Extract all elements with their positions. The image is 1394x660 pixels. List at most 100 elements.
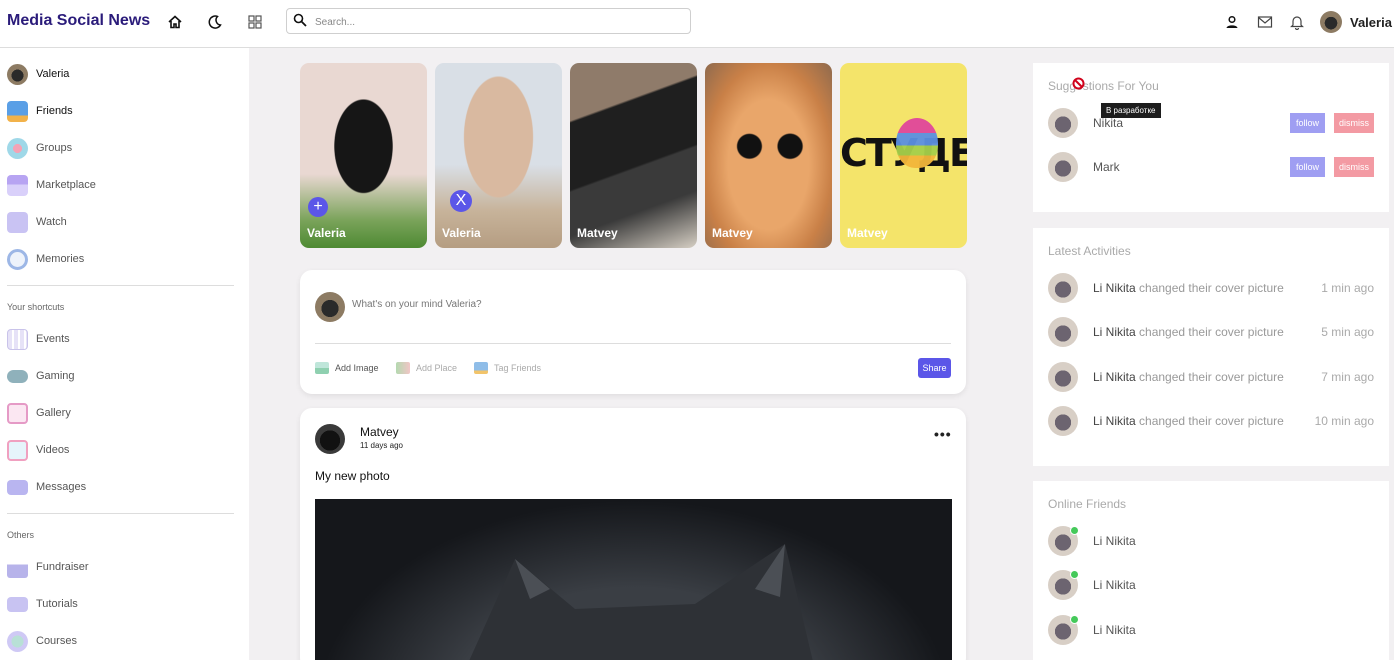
map-icon [396, 362, 410, 374]
online-friend-row[interactable]: Li Nikita [1048, 615, 1374, 645]
post-image[interactable] [315, 499, 952, 660]
post-author[interactable]: Matvey [360, 425, 399, 439]
sidebar-item-label: Valeria [36, 68, 70, 80]
story-name: Matvey [712, 226, 753, 240]
sidebar-item-friends[interactable]: Friends [7, 99, 73, 123]
sidebar-item-gallery[interactable]: Gallery [7, 401, 71, 425]
activity-text: Li Nikita changed their cover picture [1093, 325, 1284, 339]
avatar[interactable] [1048, 317, 1078, 347]
online-friend-row[interactable]: Li Nikita [1048, 570, 1374, 600]
sidebar-item-messages[interactable]: Messages [7, 475, 86, 499]
story-card[interactable]: + Valeria [300, 63, 427, 248]
online-friends-panel: Online Friends Li Nikita Li Nikita Li Ni… [1033, 481, 1389, 660]
sidebar-item-label: Events [36, 333, 70, 345]
search-input[interactable] [315, 13, 675, 31]
avatar[interactable] [315, 424, 345, 454]
avatar[interactable] [1048, 152, 1078, 182]
dismiss-button[interactable]: dismiss [1334, 157, 1374, 177]
dark-mode-icon[interactable] [205, 12, 225, 32]
sidebar-item-fundraiser[interactable]: Fundraiser [7, 555, 89, 579]
home-icon[interactable] [165, 12, 185, 32]
create-post-card: Add Image Add Place Tag Friends Share [300, 270, 966, 394]
activity-action: changed their cover picture [1139, 370, 1284, 384]
story-card[interactable]: СТУДЕ Matvey [840, 63, 967, 248]
add-story-button[interactable]: + [308, 197, 328, 217]
add-image-button[interactable]: Add Image [315, 361, 379, 375]
events-icon [7, 328, 28, 350]
story-card[interactable]: X Valeria [435, 63, 562, 248]
activity-time: 7 min ago [1321, 370, 1374, 384]
activity-user[interactable]: Li Nikita [1093, 414, 1136, 428]
share-button[interactable]: Share [918, 358, 951, 378]
grid-apps-icon[interactable] [245, 12, 265, 32]
sidebar-item-memories[interactable]: Memories [7, 247, 84, 271]
sidebar-item-marketplace[interactable]: Marketplace [7, 173, 96, 197]
avatar[interactable] [1048, 108, 1078, 138]
sidebar-divider [7, 513, 234, 514]
sidebar-item-gaming[interactable]: Gaming [7, 364, 75, 388]
sidebar-item-label: Watch [36, 216, 67, 228]
tag-friends-label: Tag Friends [494, 363, 542, 373]
tag-friends-button[interactable]: Tag Friends [474, 361, 541, 375]
sidebar-item-groups[interactable]: Groups [7, 136, 72, 160]
sidebar-item-tutorials[interactable]: Tutorials [7, 592, 78, 616]
activity-time: 5 min ago [1321, 325, 1374, 339]
avatar[interactable] [1048, 362, 1078, 392]
avatar[interactable] [1048, 406, 1078, 436]
add-place-label: Add Place [416, 363, 458, 373]
sidebar-divider [7, 285, 234, 286]
activity-user[interactable]: Li Nikita [1093, 281, 1136, 295]
avatar[interactable] [1048, 273, 1078, 303]
sidebar-section-title: Your shortcuts [7, 302, 65, 312]
sidebar-item-label: Gallery [36, 407, 71, 419]
not-allowed-cursor-icon [1072, 77, 1085, 95]
panel-title: Latest Activities [1048, 244, 1131, 258]
activity-row: Li Nikita changed their cover picture 1 … [1048, 273, 1374, 303]
follow-button[interactable]: follow [1290, 157, 1325, 177]
activity-user[interactable]: Li Nikita [1093, 370, 1136, 384]
suggestion-row: Mark follow dismiss [1048, 152, 1374, 182]
sidebar-item-label: Fundraiser [36, 561, 89, 573]
sidebar-item-label: Friends [36, 105, 73, 117]
top-navbar: Media Social News Valeria [0, 0, 1394, 48]
suggestion-name[interactable]: Nikita [1093, 116, 1123, 130]
suggestion-name[interactable]: Mark [1093, 160, 1120, 174]
online-friend-name: Li Nikita [1093, 578, 1136, 592]
story-name: Valeria [442, 226, 481, 240]
online-status-dot [1070, 570, 1079, 579]
sidebar-item-profile[interactable]: Valeria [7, 62, 69, 86]
follow-button[interactable]: follow [1290, 113, 1325, 133]
app-logo[interactable]: Media Social News [7, 12, 150, 30]
sidebar-item-events[interactable]: Events [7, 327, 70, 351]
sidebar-item-videos[interactable]: Videos [7, 438, 69, 462]
notifications-bell-icon[interactable] [1287, 12, 1307, 32]
sidebar-item-label: Tutorials [36, 598, 78, 610]
groups-icon [7, 137, 28, 159]
messages-icon [7, 479, 28, 495]
videos-icon [7, 439, 28, 461]
more-options-icon[interactable]: ••• [934, 427, 952, 441]
friends-icon [7, 100, 28, 122]
dismiss-button[interactable]: dismiss [1334, 113, 1374, 133]
profile-icon[interactable] [1222, 12, 1242, 32]
online-friend-name: Li Nikita [1093, 534, 1136, 548]
sidebar-item-courses[interactable]: Courses [7, 629, 77, 653]
post-composer-input[interactable] [352, 299, 912, 310]
add-place-button[interactable]: Add Place [396, 361, 457, 375]
story-name: Matvey [847, 226, 888, 240]
mail-icon[interactable] [1255, 12, 1275, 32]
sidebar-item-watch[interactable]: Watch [7, 210, 67, 234]
sidebar-item-label: Groups [36, 142, 73, 154]
current-user-menu[interactable]: Valeria [1320, 10, 1392, 34]
activity-user[interactable]: Li Nikita [1093, 325, 1136, 339]
close-story-button[interactable]: X [450, 190, 472, 212]
story-card[interactable]: Matvey [705, 63, 832, 248]
marketplace-icon [7, 174, 28, 196]
story-card[interactable]: Matvey [570, 63, 697, 248]
online-friend-row[interactable]: Li Nikita [1048, 526, 1374, 556]
sidebar-section-title: Others [7, 530, 35, 540]
activity-text: Li Nikita changed their cover picture [1093, 370, 1284, 384]
activity-action: changed their cover picture [1139, 414, 1284, 428]
story-name: Matvey [577, 226, 618, 240]
sidebar-item-label: Courses [36, 635, 77, 647]
